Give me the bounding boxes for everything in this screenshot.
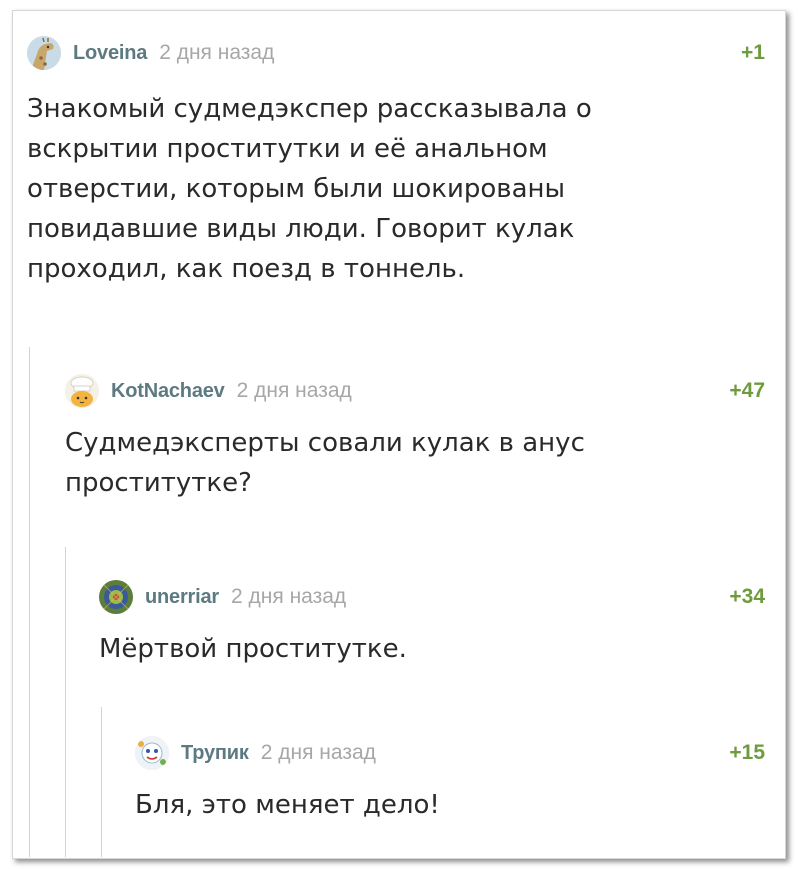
comment-loveina: Loveina 2 дня назад +1 Знакомый судмедэк… xyxy=(27,33,765,333)
comment-rating: +34 xyxy=(729,585,765,608)
comment-author[interactable]: unerriar xyxy=(145,586,219,609)
comment-trynuk: Трупик 2 дня назад +15 Бля, это меняет д… xyxy=(135,733,765,843)
pattern-avatar[interactable] xyxy=(99,580,133,614)
comment-text: Судмедэксперты совали кулак в анус прост… xyxy=(65,423,585,503)
comment-line: Судмедэксперты совали кулак в анус xyxy=(65,428,585,458)
comment-line: Мёртвой проститутке. xyxy=(99,634,407,664)
comment-time: 2 дня назад xyxy=(159,41,275,64)
comment-thread: Loveina 2 дня назад +1 Знакомый судмедэк… xyxy=(12,10,786,859)
comment-line: проститутке? xyxy=(65,468,252,498)
comment-text: Знакомый судмедэкспер рассказывала о вск… xyxy=(27,89,592,289)
comment-text: Мёртвой проститутке. xyxy=(99,629,407,669)
comment-header: Трупик 2 дня назад xyxy=(135,733,376,773)
thread-line[interactable] xyxy=(65,547,66,857)
comment-text: Бля, это меняет дело! xyxy=(135,785,440,825)
comment-rating: +15 xyxy=(729,741,765,764)
comment-header: Loveina 2 дня назад xyxy=(27,33,274,73)
comment-time: 2 дня назад xyxy=(236,379,352,402)
comment-line: вскрытии проститутки и её анальном xyxy=(27,134,548,164)
thread-line[interactable] xyxy=(29,347,30,857)
comment-unerriar: unerriar 2 дня назад +34 Мёртвой простит… xyxy=(99,577,765,687)
comment-line: Знакомый судмедэкспер рассказывала о xyxy=(27,94,592,124)
comment-line: отверстии, которым были шокированы xyxy=(27,174,566,204)
comment-kotnachaev: KotNachaev 2 дня назад +47 Судмедэксперт… xyxy=(65,371,765,521)
comment-line: проходил, как поезд в тоннель. xyxy=(27,254,466,284)
comment-author[interactable]: Loveina xyxy=(73,42,147,65)
thread-line[interactable] xyxy=(101,707,102,857)
chef-cat-avatar[interactable] xyxy=(65,374,99,408)
comment-header: KotNachaev 2 дня назад xyxy=(65,371,352,411)
comment-rating: +1 xyxy=(741,41,765,64)
comment-rating: +47 xyxy=(729,379,765,402)
comment-line: Бля, это меняет дело! xyxy=(135,790,440,820)
cartoon-avatar[interactable] xyxy=(135,736,169,770)
comment-line: повидавшие виды люди. Говорит кулак xyxy=(27,214,575,244)
comment-author[interactable]: Трупик xyxy=(181,742,249,765)
comment-time: 2 дня назад xyxy=(260,741,376,764)
comment-header: unerriar 2 дня назад xyxy=(99,577,346,617)
comment-author[interactable]: KotNachaev xyxy=(111,380,225,403)
giraffe-avatar[interactable] xyxy=(27,36,61,70)
comment-time: 2 дня назад xyxy=(231,585,347,608)
